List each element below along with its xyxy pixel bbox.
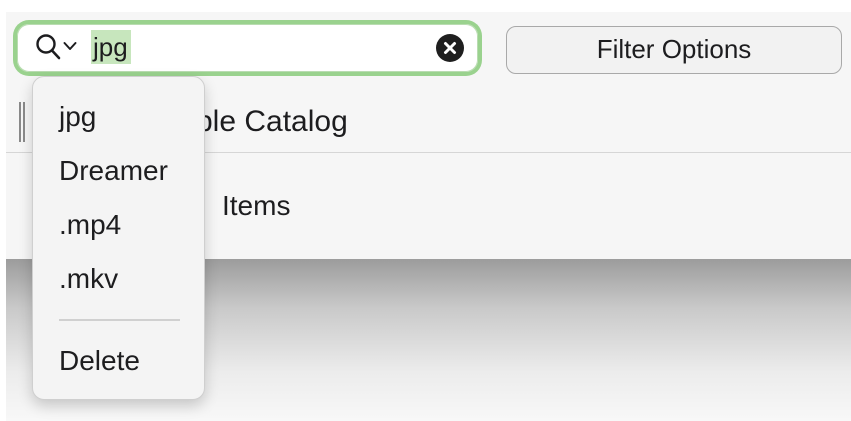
- menu-item-recent-search[interactable]: .mkv: [59, 261, 118, 297]
- sidebar-divider-icon[interactable]: [18, 102, 26, 142]
- filter-options-button[interactable]: Filter Options: [506, 26, 842, 74]
- clear-search-button[interactable]: [436, 34, 464, 62]
- menu-item-recent-search[interactable]: jpg: [59, 99, 96, 135]
- page-title: ple Catalog: [196, 105, 348, 138]
- title-clip: ple Catalog: [196, 102, 396, 142]
- items-label: Items: [222, 190, 291, 221]
- menu-item-recent-search[interactable]: Dreamer: [59, 153, 168, 189]
- recent-searches-menu: jpg Dreamer .mp4 .mkv Delete: [32, 76, 205, 400]
- menu-item-delete[interactable]: Delete: [59, 343, 140, 379]
- menu-divider: [59, 319, 180, 321]
- window: jpg Filter Options ple Catalog Items jpg…: [6, 12, 851, 421]
- magnifying-glass-icon[interactable]: [35, 33, 61, 61]
- chevron-down-icon[interactable]: [63, 40, 77, 52]
- xmark-circle-icon: [444, 42, 456, 54]
- menu-item-recent-search[interactable]: .mp4: [59, 207, 121, 243]
- search-input[interactable]: jpg: [91, 30, 131, 64]
- search-field[interactable]: jpg: [17, 24, 478, 72]
